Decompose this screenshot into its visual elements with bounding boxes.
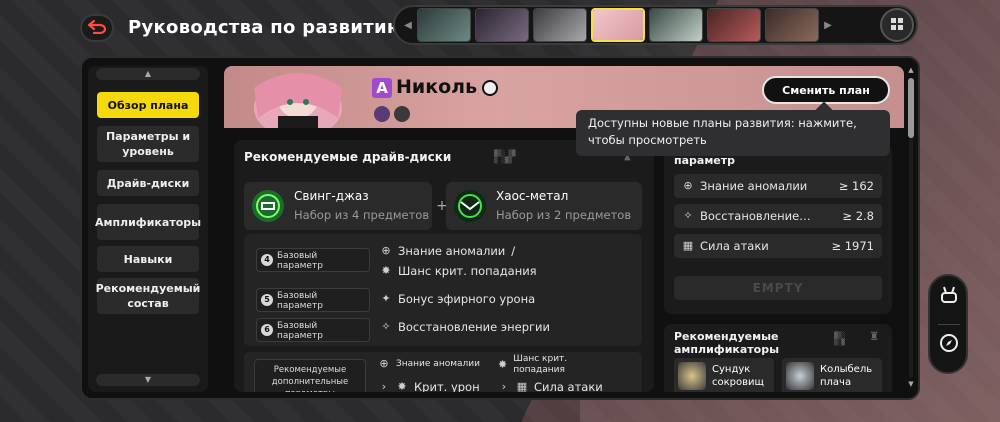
drive-set-1[interactable]: Свинг-джаз Набор из 4 предметов [244, 182, 432, 230]
atk-icon: ▦ [516, 380, 528, 393]
drive-discs-card: Рекомендуемые драйв-диски ▓▒░ ▒▓ ▒ ░▓▒ ▲ … [234, 140, 654, 392]
amplifiers-title: Рекомендуемые амплификаторы [674, 330, 780, 356]
grid-icon [890, 16, 904, 35]
energy-regen-icon: ✧ [683, 209, 693, 222]
sub-stats-tag: Рекомендуемые дополнительные параметры [254, 359, 366, 392]
page-title: Руководства по развитию [128, 17, 405, 38]
scroll-down-icon[interactable]: ▼ [906, 380, 916, 390]
agent-portrait[interactable] [649, 8, 703, 42]
crit-rate-icon: ✸ [381, 264, 391, 277]
amplifier-item[interactable]: Сундук сокровищ [674, 358, 774, 392]
amplifiers-card: Рекомендуемые амплификаторы ▓▒░ ▒░▓ ♜ Сун… [664, 324, 892, 392]
swing-jazz-icon [252, 190, 284, 222]
drive-discs-title: Рекомендуемые драйв-диски [244, 150, 452, 164]
main-stat-line: ✧ Восстановление энергии [381, 320, 550, 334]
agent-strip-next-icon[interactable]: ▶ [823, 13, 833, 37]
sidebar-item-amplifiers[interactable]: Амплификаторы [95, 204, 201, 240]
rank-badge: A [372, 78, 392, 98]
info-icon[interactable] [482, 80, 498, 96]
content-scrollbar[interactable]: ▲ ▼ [906, 66, 916, 392]
ether-attribute-icon [374, 106, 390, 122]
sidebar-item-params[interactable]: Параметры и уровень [97, 126, 199, 162]
sidebar-scroll-up-icon[interactable]: ▲ [96, 68, 200, 80]
bangboo-button[interactable] [938, 286, 960, 308]
compass-icon [939, 333, 959, 357]
drive-set-2[interactable]: Хаос-метал Набор из 2 предметов [446, 182, 642, 230]
main-stat-line: ✦ Бонус эфирного урона [381, 292, 536, 306]
energy-regen-icon: ✧ [381, 320, 391, 333]
back-arrow-icon [87, 19, 107, 38]
param-row: ✧ Восстановление… ≥ 2.8 [674, 204, 882, 228]
grid-menu-button[interactable] [880, 8, 914, 42]
scroll-thumb[interactable] [908, 78, 914, 138]
slot-4-tag: 4 Базовый параметр [256, 248, 370, 272]
chevron-right-icon: › [381, 380, 387, 393]
param-row: ⊕ Знание аномалии ≥ 162 [674, 174, 882, 198]
agent-portrait[interactable] [533, 8, 587, 42]
main-stats-panel: 4 Базовый параметр ⊕ Знание аномалии / ✸… [244, 234, 642, 346]
sidebar-item-team[interactable]: Рекомендуемый состав [96, 278, 200, 314]
decor-code: ▓▒░ ▒░▓ [834, 332, 845, 346]
empty-slot: EMPTY [674, 276, 882, 300]
drive-set-2-name: Хаос-метал [496, 189, 569, 203]
crit-rate-icon: ✸ [498, 358, 508, 371]
compass-button[interactable] [938, 334, 960, 356]
chevron-right-icon: › [501, 380, 507, 393]
agent-portrait[interactable] [417, 8, 471, 42]
anomaly-proficiency-icon: ⊕ [379, 357, 389, 370]
agent-selector[interactable]: ◀ ▶ [393, 5, 918, 45]
sidebar: ▲ Обзор плана Параметры и уровень Драйв-… [88, 66, 208, 392]
sub-stat-line: ✸ Шанс крит. попадания [498, 354, 568, 375]
atk-icon: ▦ [682, 239, 694, 252]
scroll-up-icon[interactable]: ▲ [906, 66, 916, 76]
drive-set-1-name: Свинг-джаз [294, 189, 369, 203]
sidebar-scroll-down-icon[interactable]: ▼ [96, 374, 200, 386]
agent-strip-prev-icon[interactable]: ◀ [403, 13, 413, 37]
anomaly-specialty-icon [394, 106, 410, 122]
target-params-card: параметр ⊕ Знание аномалии ≥ 162 ✧ Восстан… [664, 144, 892, 314]
amplifier-item[interactable]: Колыбель плача [782, 358, 882, 392]
anomaly-proficiency-icon: ⊕ [381, 244, 391, 257]
slot-6-tag: 6 Базовый параметр [256, 318, 370, 342]
amplifier-image [786, 362, 814, 390]
main-stat-line: ✸ Шанс крит. попадания [381, 264, 537, 278]
agent-name: Николь [396, 76, 478, 98]
new-plans-tooltip[interactable]: Доступны новые планы развития: нажмите, … [576, 110, 890, 156]
ether-dmg-icon: ✦ [381, 292, 391, 305]
drive-set-1-sub: Набор из 4 предметов [294, 208, 430, 222]
agent-portrait[interactable] [707, 8, 761, 42]
side-dock [928, 274, 968, 374]
agent-hero-portrait [228, 68, 368, 138]
sub-stats-panel: Рекомендуемые дополнительные параметры ⊕… [244, 352, 642, 392]
sub-stat-line: › ▦ Сила атаки [498, 380, 603, 392]
decor-code: ▓▒░ ▒▓ ▒ ░▓▒ [494, 150, 516, 164]
dock-divider [938, 324, 960, 325]
amplifier-image [678, 362, 706, 390]
sidebar-item-skills[interactable]: Навыки [97, 246, 199, 272]
change-plan-button[interactable]: Сменить план [762, 76, 890, 104]
sub-stat-line: ⊕ Знание аномалии [379, 357, 480, 370]
amp-deco-icon: ♜ [870, 328, 879, 344]
sidebar-item-drives[interactable]: Драйв-диски [97, 170, 199, 196]
slot-5-tag: 5 Базовый параметр [256, 288, 370, 312]
sidebar-item-overview[interactable]: Обзор плана [97, 92, 199, 118]
back-button[interactable] [80, 14, 114, 42]
agent-portrait[interactable] [765, 8, 819, 42]
anomaly-proficiency-icon: ⊕ [683, 179, 693, 192]
agent-portrait-selected[interactable] [591, 8, 645, 42]
chaos-metal-icon [454, 190, 486, 222]
sub-stat-line: › ✸ Крит. урон [378, 380, 480, 392]
bangboo-icon [939, 285, 959, 309]
crit-dmg-icon: ✸ [397, 380, 407, 393]
drive-set-2-sub: Набор из 2 предметов [496, 208, 632, 222]
main-stat-line: ⊕ Знание аномалии / [381, 244, 516, 258]
param-row: ▦ Сила атаки ≥ 1971 [674, 234, 882, 258]
agent-portrait[interactable] [475, 8, 529, 42]
